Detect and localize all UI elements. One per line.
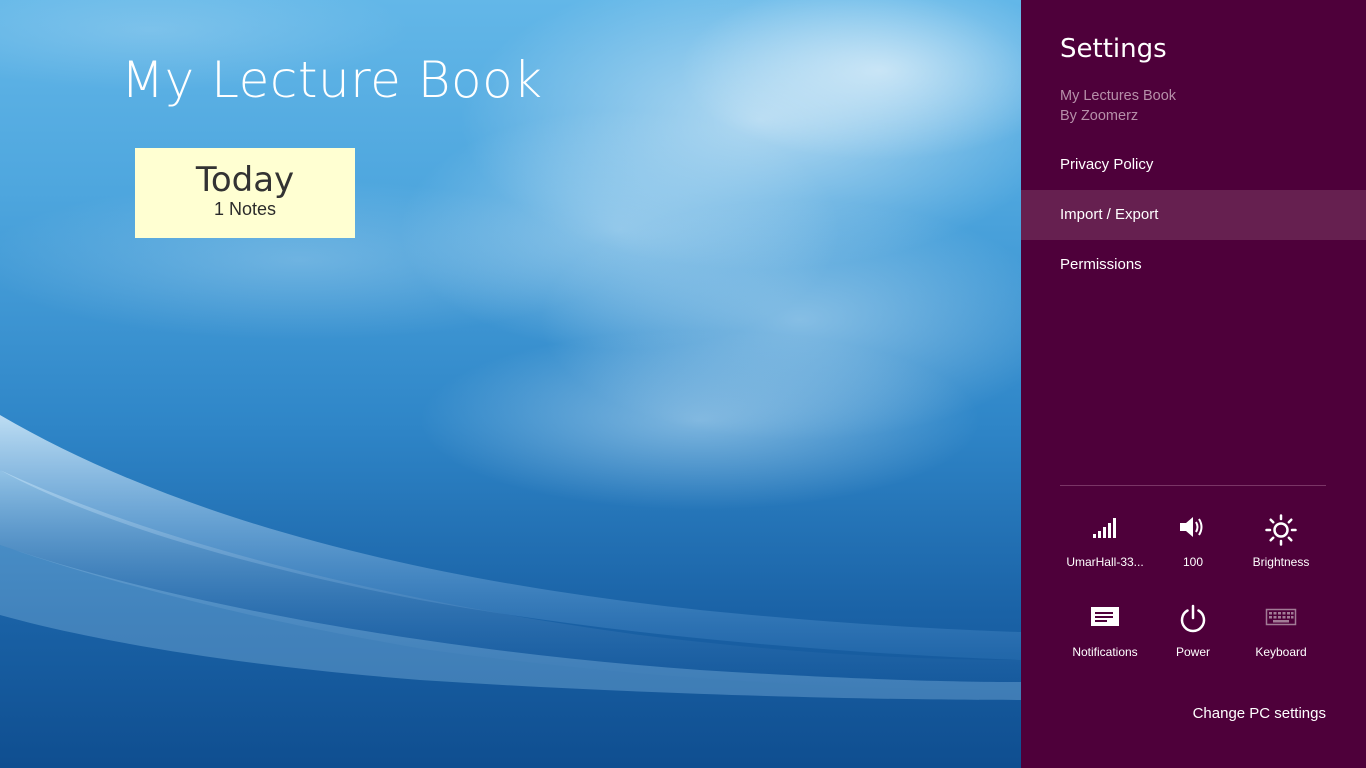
app-name: My Lectures Book — [1060, 88, 1177, 104]
volume-button[interactable]: 100 — [1149, 514, 1237, 586]
app-title: My Lecture Book — [121, 51, 543, 109]
wifi-signal-icon — [1061, 514, 1149, 550]
power-label: Power — [1175, 645, 1210, 659]
tile-note-count: 1 Notes — [213, 199, 277, 219]
today-tile[interactable]: Today 1 Notes — [135, 148, 355, 238]
change-pc-settings-link[interactable]: Change PC settings — [1193, 704, 1326, 724]
notifications-button[interactable]: Notifications — [1061, 604, 1149, 676]
notifications-icon — [1061, 604, 1149, 640]
app-info: My Lectures Book By Zoomerz — [1060, 86, 1176, 126]
settings-item-privacy-policy[interactable]: Privacy Policy — [1021, 140, 1366, 190]
power-button[interactable]: Power — [1149, 604, 1237, 676]
settings-title: Settings — [1060, 34, 1167, 64]
volume-icon — [1149, 514, 1237, 550]
keyboard-button[interactable]: Keyboard — [1237, 604, 1325, 676]
app-publisher: By Zoomerz — [1060, 108, 1139, 124]
settings-item-import-export[interactable]: Import / Export — [1021, 190, 1366, 240]
power-icon — [1149, 604, 1237, 640]
volume-label: 100 — [1182, 555, 1204, 569]
app-canvas: My Lecture Book Today 1 Notes — [0, 0, 1021, 768]
screen: My Lecture Book Today 1 Notes Settings M… — [0, 0, 1366, 768]
brightness-icon — [1237, 514, 1325, 550]
settings-charm: Settings My Lectures Book By Zoomerz Pri… — [1021, 0, 1366, 768]
settings-item-permissions[interactable]: Permissions — [1021, 240, 1366, 290]
brightness-label: Brightness — [1252, 555, 1310, 569]
brightness-button[interactable]: Brightness — [1237, 514, 1325, 586]
sky-background — [0, 0, 1021, 700]
keyboard-icon — [1237, 604, 1325, 640]
tile-title: Today — [195, 160, 295, 200]
network-label: UmarHall-33... — [1066, 555, 1144, 569]
keyboard-label: Keyboard — [1255, 645, 1307, 659]
network-button[interactable]: UmarHall-33... — [1061, 514, 1149, 586]
settings-divider — [1060, 485, 1326, 486]
notifications-label: Notifications — [1072, 645, 1138, 659]
